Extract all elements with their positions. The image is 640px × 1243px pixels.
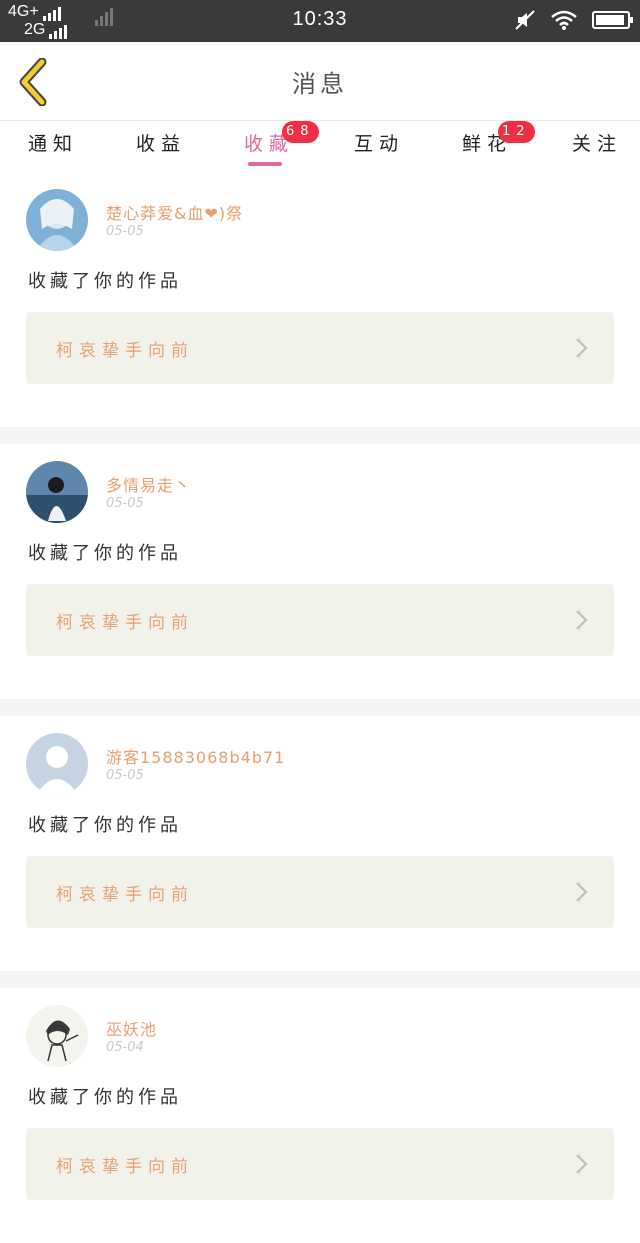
list-item: 楚心莽爱&血❤)祭 05-05 收藏了你的作品 柯哀挚手向前 [0, 172, 640, 427]
avatar[interactable] [26, 1005, 88, 1067]
username[interactable]: 多情易走丶 [106, 472, 191, 496]
work-title: 柯哀挚手向前 [56, 613, 194, 633]
message-date: 05-04 [106, 1040, 144, 1055]
username[interactable]: 楚心莽爱&血❤)祭 [106, 200, 243, 224]
tab-follow[interactable]: 关注 [572, 129, 622, 156]
tab-label: 通知 [28, 133, 79, 155]
flowers-count-badge: 12 [498, 121, 535, 143]
mute-icon [515, 10, 535, 30]
favorites-count-badge: 68 [282, 121, 319, 143]
message-text: 收藏了你的作品 [28, 271, 182, 292]
message-text: 收藏了你的作品 [28, 1087, 182, 1108]
tab-label: 互动 [354, 133, 405, 155]
work-card[interactable]: 柯哀挚手向前 [26, 856, 614, 928]
page-title: 消息 [292, 70, 348, 98]
message-date: 05-05 [106, 768, 144, 783]
message-text: 收藏了你的作品 [28, 543, 182, 564]
work-title: 柯哀挚手向前 [56, 1157, 194, 1177]
username[interactable]: 巫妖池 [106, 1016, 157, 1040]
username[interactable]: 游客15883068b4b71 [106, 744, 285, 768]
chevron-right-icon [576, 338, 588, 358]
message-date: 05-05 [106, 496, 144, 511]
active-tab-indicator [248, 162, 282, 166]
message-text: 收藏了你的作品 [28, 815, 182, 836]
wifi-icon [551, 10, 577, 30]
tab-bar: 通知 收益 收藏 68 互动 鲜花 12 关注 [0, 120, 640, 173]
battery-icon [592, 11, 633, 29]
divider [0, 971, 640, 988]
avatar[interactable] [26, 189, 88, 251]
status-bar: 4G+ 2G 10:33 [0, 0, 640, 42]
tab-interactions[interactable]: 互动 [354, 129, 404, 156]
chevron-right-icon [576, 882, 588, 902]
tab-label: 关注 [572, 133, 623, 155]
work-card[interactable]: 柯哀挚手向前 [26, 584, 614, 656]
tab-favorites[interactable]: 收藏 68 [244, 121, 319, 156]
avatar[interactable] [26, 461, 88, 523]
list-item: 游客15883068b4b71 05-05 收藏了你的作品 柯哀挚手向前 [0, 716, 640, 971]
message-list: 楚心莽爱&血❤)祭 05-05 收藏了你的作品 柯哀挚手向前 多情易走丶 05-… [0, 172, 640, 1243]
work-card[interactable]: 柯哀挚手向前 [26, 1128, 614, 1200]
tab-label: 收益 [136, 133, 187, 155]
nav-header: 消息 [0, 42, 640, 120]
tab-flowers[interactable]: 鲜花 12 [462, 121, 535, 156]
tab-notifications[interactable]: 通知 [28, 129, 78, 156]
list-item: 巫妖池 05-04 收藏了你的作品 柯哀挚手向前 [0, 988, 640, 1243]
chevron-right-icon [576, 1154, 588, 1174]
avatar[interactable] [26, 733, 88, 795]
list-item: 多情易走丶 05-05 收藏了你的作品 柯哀挚手向前 [0, 444, 640, 699]
message-date: 05-05 [106, 224, 144, 239]
divider [0, 699, 640, 716]
work-title: 柯哀挚手向前 [56, 885, 194, 905]
work-title: 柯哀挚手向前 [56, 341, 194, 361]
chevron-right-icon [576, 610, 588, 630]
divider [0, 427, 640, 444]
tab-earnings[interactable]: 收益 [136, 129, 186, 156]
work-card[interactable]: 柯哀挚手向前 [26, 312, 614, 384]
